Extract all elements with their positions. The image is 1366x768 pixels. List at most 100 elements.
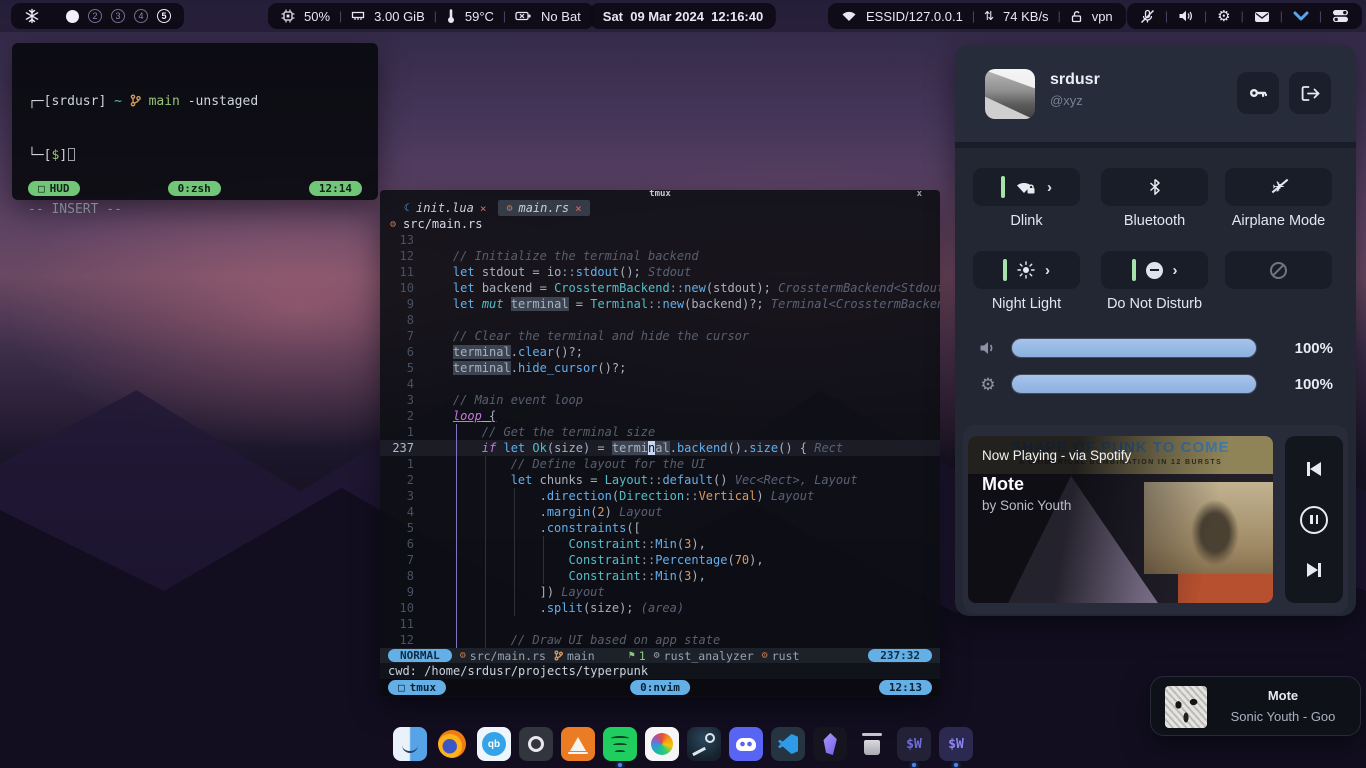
code-line: 2 loop { bbox=[380, 408, 940, 424]
terminal-cursor bbox=[68, 148, 75, 161]
vpn-lock-icon bbox=[1070, 10, 1083, 23]
toggle-airplane-mode[interactable]: ✈ bbox=[1225, 168, 1332, 206]
toggles-icon[interactable] bbox=[1332, 9, 1349, 23]
mail-icon[interactable] bbox=[1254, 10, 1270, 23]
chevron-right-icon[interactable]: › bbox=[1173, 262, 1178, 279]
filetype: rust bbox=[772, 649, 800, 663]
slash-circle-icon bbox=[1270, 262, 1287, 279]
terminal-tmux-bar: □HUD 0:zsh 12:14 bbox=[12, 181, 378, 196]
brightness-slider-row: ⚙ 100% bbox=[979, 374, 1333, 394]
tmux-window-pill[interactable]: 0:nvim bbox=[630, 680, 690, 695]
toggle-label-dnd: Do Not Disturb bbox=[1091, 296, 1218, 312]
track-artist: by Sonic Youth bbox=[982, 498, 1071, 513]
chevron-right-icon[interactable]: › bbox=[1045, 262, 1050, 279]
distro-logo-icon[interactable] bbox=[24, 8, 40, 24]
window-close-button[interactable]: x bbox=[917, 190, 922, 199]
brightness-slider[interactable] bbox=[1011, 374, 1257, 394]
dock-item-wallet-2[interactable]: $W bbox=[939, 727, 973, 761]
code-line: 4 .margin(2) Layout bbox=[380, 504, 940, 520]
notification-body: Sonic Youth - Goo bbox=[1213, 709, 1353, 724]
dock-item-obsidian[interactable] bbox=[813, 727, 847, 761]
filetype-icon: ⚙ bbox=[762, 650, 768, 661]
pause-button[interactable] bbox=[1299, 505, 1329, 535]
code-line: 3 // Main event loop bbox=[380, 392, 940, 408]
wifi-icon bbox=[841, 10, 857, 22]
album-art[interactable]: SHAPE OF PUNK TO COME A CHIMERICAL BOMBI… bbox=[968, 436, 1273, 603]
tab-close-icon[interactable]: × bbox=[575, 202, 582, 215]
track-title: Mote bbox=[982, 474, 1024, 495]
next-track-button[interactable] bbox=[1299, 555, 1329, 585]
workspace-4[interactable]: 4 bbox=[134, 9, 148, 23]
notification-popup[interactable]: Mote Sonic Youth - Goo bbox=[1150, 676, 1361, 736]
git-branch-icon bbox=[130, 94, 141, 109]
volume-icon[interactable] bbox=[1178, 9, 1194, 23]
dock-item-steam[interactable] bbox=[687, 727, 721, 761]
code-area[interactable]: 1312 // Initialize the terminal backend1… bbox=[380, 232, 940, 648]
tray-module: | | ⚙ | | | bbox=[1127, 3, 1362, 29]
toggle-bluetooth[interactable] bbox=[1101, 168, 1208, 206]
code-line: 1 // Define layout for the UI bbox=[380, 456, 940, 472]
tmux-session-pill[interactable]: □tmux bbox=[388, 680, 446, 695]
toggle-do-not-disturb[interactable]: › bbox=[1101, 251, 1208, 289]
volume-slider[interactable] bbox=[1011, 338, 1257, 358]
workspaces-module: 2 3 4 5 bbox=[11, 3, 184, 29]
dock-item-file-manager[interactable] bbox=[393, 727, 427, 761]
editor-window[interactable]: tmux x ☾ init.lua × ⚙ main.rs × ⚙ src/ma… bbox=[380, 190, 940, 697]
dock-item-photos[interactable] bbox=[645, 727, 679, 761]
user-card: srdusr @xyz bbox=[955, 45, 1356, 142]
diagnostic-flag-icon: ⚑ bbox=[629, 650, 635, 661]
code-line: 4 bbox=[380, 376, 940, 392]
toggle-wifi-dlink[interactable]: › bbox=[973, 168, 1080, 206]
chevron-right-icon[interactable]: › bbox=[1047, 179, 1052, 196]
battery-status: No Bat bbox=[541, 9, 581, 24]
previous-track-button[interactable] bbox=[1299, 454, 1329, 484]
toggle-disabled[interactable] bbox=[1225, 251, 1332, 289]
prompt-line-1: ┌─[srdusr] ~ main -unstaged bbox=[28, 93, 362, 111]
tmux-window-pill[interactable]: 0:zsh bbox=[168, 181, 221, 196]
workspace-2[interactable]: 2 bbox=[88, 9, 102, 23]
prompt-line-2: └─[$] bbox=[28, 147, 362, 165]
dock-item-qbittorrent[interactable]: qb bbox=[477, 727, 511, 761]
tab-main-rs[interactable]: ⚙ main.rs × bbox=[498, 200, 589, 216]
mode-indicator: NORMAL bbox=[388, 649, 452, 662]
code-line: 10 .split(size); (area) bbox=[380, 600, 940, 616]
chevron-down-icon[interactable] bbox=[1293, 10, 1309, 22]
password-key-button[interactable] bbox=[1237, 72, 1279, 114]
network-speed: 74 KB/s bbox=[1003, 9, 1049, 24]
memory-usage: 3.00 GiB bbox=[374, 9, 425, 24]
tab-init-lua[interactable]: ☾ init.lua × bbox=[396, 200, 494, 216]
vpn-status: vpn bbox=[1092, 9, 1113, 24]
clock-module[interactable]: Sat 09 Mar 2024 12:16:40 bbox=[590, 3, 776, 29]
window-title: tmux bbox=[649, 190, 671, 199]
toggle-label-dlink: Dlink bbox=[963, 213, 1090, 229]
dock-item-spotify[interactable] bbox=[603, 727, 637, 761]
dock-item-vscode[interactable] bbox=[771, 727, 805, 761]
cursor-position: 237:32 bbox=[868, 649, 932, 662]
workspace-3[interactable]: 3 bbox=[111, 9, 125, 23]
workspace-1-active[interactable] bbox=[66, 10, 79, 23]
microphone-muted-icon[interactable] bbox=[1140, 9, 1155, 24]
running-indicator bbox=[912, 763, 916, 767]
statusline-branch: main bbox=[567, 649, 595, 663]
indent-guide bbox=[543, 536, 544, 584]
toggle-label-night-light: Night Light bbox=[963, 296, 1090, 312]
user-name: srdusr bbox=[1050, 71, 1100, 89]
tab-close-icon[interactable]: × bbox=[480, 202, 487, 215]
media-controls bbox=[1285, 436, 1343, 603]
dock-item-wallet-1[interactable]: $W bbox=[897, 727, 931, 761]
terminal-window[interactable]: ┌─[srdusr] ~ main -unstaged └─[$] -- INS… bbox=[12, 43, 378, 200]
logout-button[interactable] bbox=[1289, 72, 1331, 114]
toggle-night-light[interactable]: › bbox=[973, 251, 1080, 289]
dock-item-firefox[interactable] bbox=[435, 727, 469, 761]
date-time: Sat 09 Mar 2024 12:16:40 bbox=[603, 9, 763, 24]
indent-guide bbox=[485, 456, 486, 648]
do-not-disturb-icon bbox=[1146, 262, 1163, 279]
dock-item-vlc[interactable] bbox=[561, 727, 595, 761]
dock-item-trash[interactable] bbox=[855, 727, 889, 761]
settings-gear-icon[interactable]: ⚙ bbox=[1217, 9, 1230, 24]
cpu-usage: 50% bbox=[304, 9, 330, 24]
dock-item-obs[interactable] bbox=[519, 727, 553, 761]
tmux-session-pill[interactable]: □HUD bbox=[28, 181, 80, 196]
workspace-5-focused[interactable]: 5 bbox=[157, 9, 171, 23]
dock-item-discord[interactable] bbox=[729, 727, 763, 761]
